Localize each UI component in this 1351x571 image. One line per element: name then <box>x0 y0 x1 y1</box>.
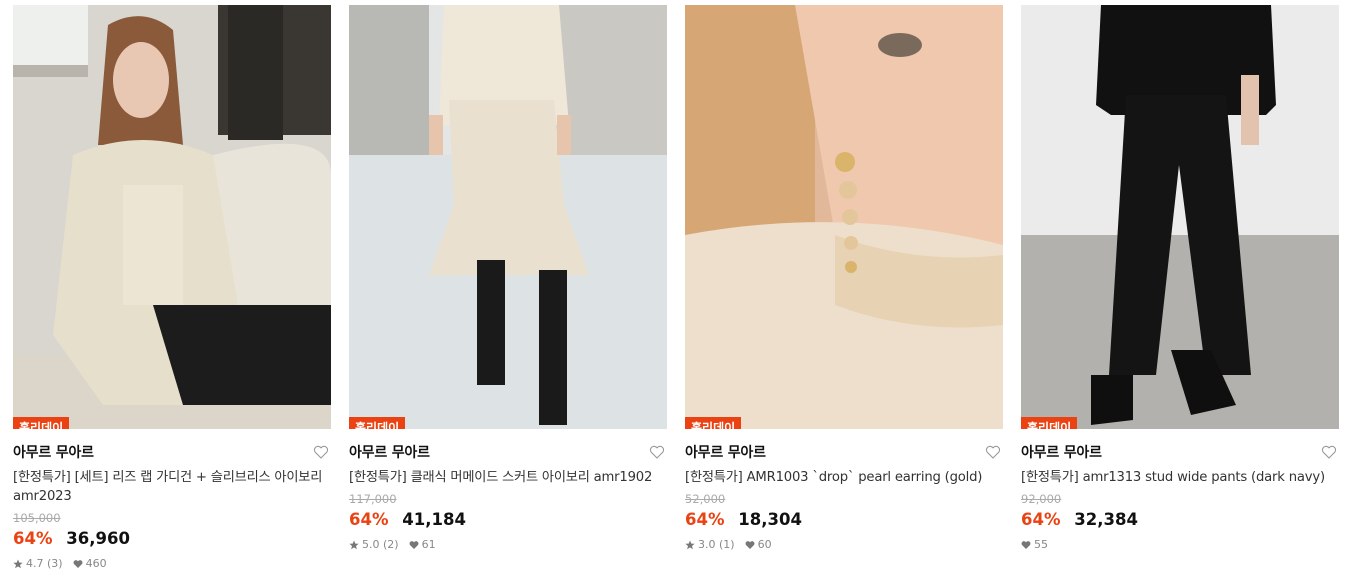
discount-rate: 64% <box>685 510 725 529</box>
heart-icon[interactable] <box>985 444 1001 460</box>
rating-text: 4.7 (3) <box>26 557 63 570</box>
brand-name[interactable]: 아무르 무아르 <box>13 445 94 461</box>
sale-price: 41,184 <box>402 510 466 529</box>
heart-filled-icon <box>1021 541 1031 549</box>
discount-rate: 64% <box>1021 510 1061 529</box>
holiday-badge: 홀리데이 <box>13 417 70 429</box>
product-card[interactable]: 홀리데이 아무르 무아르 [한정특가] amr1313 stud wide pa… <box>1021 5 1339 552</box>
holiday-badge: 홀리데이 <box>685 417 742 429</box>
product-card[interactable]: 홀리데이 아무르 무아르 [한정특가] AMR1003 `drop` pearl… <box>685 5 1003 552</box>
product-name[interactable]: [한정특가] [세트] 리즈 랩 가디건 + 슬리브리스 아이보리 amr202… <box>13 468 331 506</box>
product-image[interactable]: 홀리데이 <box>1021 5 1339 429</box>
heart-filled-icon <box>409 541 419 549</box>
heart-icon[interactable] <box>313 444 329 460</box>
product-card[interactable]: 홀리데이 아무르 무아르 [한정특가] [세트] 리즈 랩 가디건 + 슬리브리… <box>13 5 331 571</box>
product-name[interactable]: [한정특가] amr1313 stud wide pants (dark nav… <box>1021 468 1339 487</box>
rating-text: 5.0 (2) <box>362 538 399 551</box>
discount-rate: 64% <box>13 529 53 548</box>
heart-icon[interactable] <box>1321 444 1337 460</box>
discount-rate: 64% <box>349 510 389 529</box>
holiday-badge: 홀리데이 <box>349 417 406 429</box>
rating-text: 3.0 (1) <box>698 538 735 551</box>
heart-filled-icon <box>745 541 755 549</box>
like-count: 61 <box>421 538 436 551</box>
like-count: 55 <box>1034 538 1048 551</box>
product-name[interactable]: [한정특가] 클래식 머메이드 스커트 아이보리 amr1902 <box>349 468 667 487</box>
original-price: 105,000 <box>13 511 61 525</box>
product-grid: 홀리데이 아무르 무아르 [한정특가] [세트] 리즈 랩 가디건 + 슬리브리… <box>0 0 1351 570</box>
product-name[interactable]: [한정특가] AMR1003 `drop` pearl earring (gol… <box>685 468 1003 487</box>
product-image[interactable]: 홀리데이 <box>13 5 331 429</box>
brand-name[interactable]: 아무르 무아르 <box>1021 445 1102 461</box>
sale-price: 18,304 <box>738 510 802 529</box>
like-count: 60 <box>757 538 772 551</box>
star-icon <box>685 540 695 550</box>
original-price: 52,000 <box>685 492 726 506</box>
brand-name[interactable]: 아무르 무아르 <box>349 445 430 461</box>
product-image[interactable]: 홀리데이 <box>349 5 667 429</box>
heart-filled-icon <box>73 560 83 568</box>
product-card[interactable]: 홀리데이 아무르 무아르 [한정특가] 클래식 머메이드 스커트 아이보리 am… <box>349 5 667 552</box>
original-price: 117,000 <box>349 492 397 506</box>
brand-name[interactable]: 아무르 무아르 <box>685 445 766 461</box>
star-icon <box>13 559 23 569</box>
heart-icon[interactable] <box>649 444 665 460</box>
star-icon <box>349 540 359 550</box>
like-count: 460 <box>85 557 107 570</box>
sale-price: 36,960 <box>66 529 130 548</box>
holiday-badge: 홀리데이 <box>1021 417 1078 429</box>
product-image[interactable]: 홀리데이 <box>685 5 1003 429</box>
original-price: 92,000 <box>1021 492 1062 506</box>
sale-price: 32,384 <box>1074 510 1138 529</box>
